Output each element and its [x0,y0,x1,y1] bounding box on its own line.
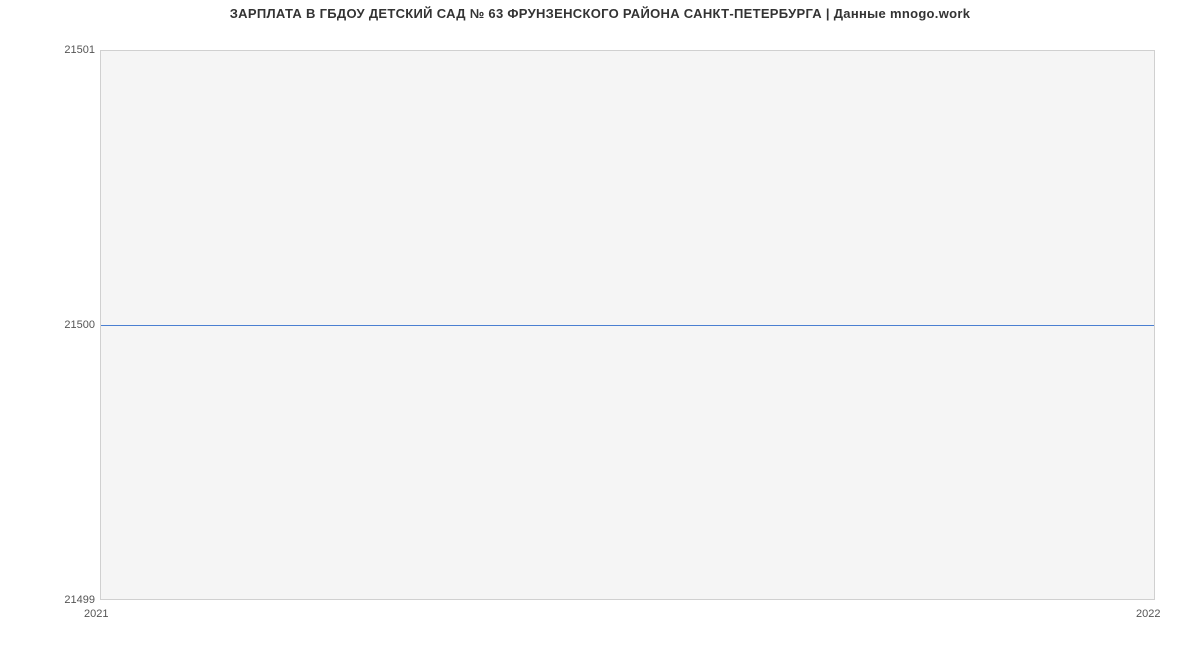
y-tick-mid: 21500 [35,319,95,331]
y-tick-min: 21499 [35,594,95,606]
x-tick-start: 2021 [84,608,108,620]
salary-line [101,325,1154,326]
y-tick-max: 21501 [35,44,95,56]
chart-title: ЗАРПЛАТА В ГБДОУ ДЕТСКИЙ САД № 63 ФРУНЗЕ… [0,6,1200,21]
plot-area [100,50,1155,600]
x-tick-end: 2022 [1136,608,1160,620]
chart-container: ЗАРПЛАТА В ГБДОУ ДЕТСКИЙ САД № 63 ФРУНЗЕ… [0,0,1200,650]
